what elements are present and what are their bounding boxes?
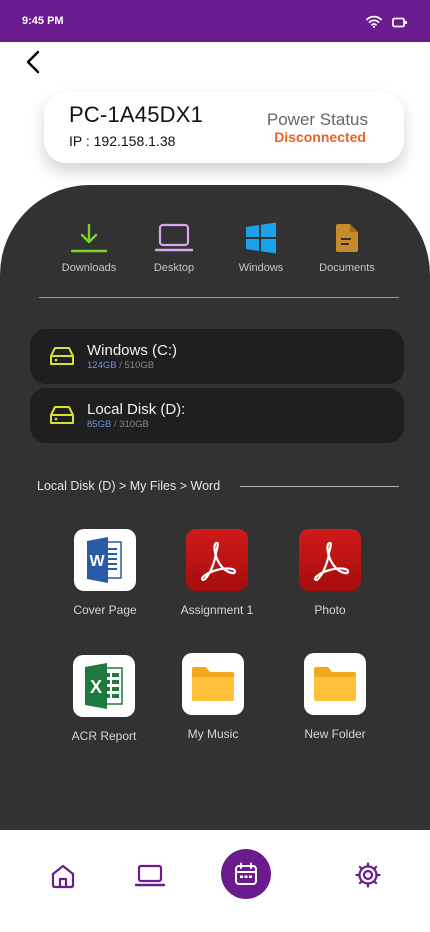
quick-access-desktop[interactable]: Desktop — [134, 222, 214, 274]
file-acr-report[interactable]: X ACR Report — [49, 655, 159, 743]
svg-text:W: W — [89, 553, 105, 570]
file-new-folder[interactable]: New Folder — [280, 653, 390, 741]
drive-total: / 510GB — [116, 360, 155, 371]
document-icon — [336, 224, 358, 252]
drive-name: Windows (C:) — [87, 342, 178, 359]
drive-name: Local Disk (D): — [87, 401, 186, 418]
svg-text:X: X — [90, 677, 102, 697]
laptop-icon — [155, 223, 193, 252]
power-status-value: Disconnected — [274, 129, 366, 145]
laptop-icon — [134, 864, 166, 887]
status-icons — [366, 13, 408, 32]
hard-drive-icon — [50, 345, 74, 371]
quick-access-downloads[interactable]: Downloads — [49, 222, 129, 274]
nav-home-button[interactable] — [50, 863, 76, 893]
file-label: New Folder — [304, 727, 366, 741]
file-label: Assignment 1 — [180, 603, 254, 617]
breadcrumb-divider — [240, 486, 399, 487]
drive-used: 124GB — [87, 360, 117, 371]
breadcrumb[interactable]: Local Disk (D) > My Files > Word — [37, 479, 220, 493]
file-label: ACR Report — [71, 729, 137, 743]
drive-size: 85GB / 310GB — [87, 419, 149, 430]
drive-size: 124GB / 510GB — [87, 360, 154, 371]
quick-access-documents[interactable]: Documents — [307, 222, 387, 274]
pc-info-card: PC-1A45DX1 IP : 192.158.1.38 Power Statu… — [44, 92, 404, 163]
quick-access-windows[interactable]: Windows — [221, 222, 301, 274]
status-time: 9:45 PM — [22, 15, 64, 27]
battery-icon — [392, 13, 408, 32]
calendar-icon — [235, 862, 257, 885]
pc-ip: IP : 192.158.1.38 — [69, 133, 176, 149]
pc-name: PC-1A45DX1 — [69, 102, 204, 127]
back-button[interactable] — [20, 48, 48, 76]
file-cover-page[interactable]: W Cover Page — [50, 529, 160, 617]
pdf-icon — [299, 529, 361, 591]
file-assignment-1[interactable]: Assignment 1 — [162, 529, 272, 617]
drive-local-disk-d[interactable]: Local Disk (D): 85GB / 310GB — [30, 388, 404, 443]
quick-access-label: Downloads — [61, 262, 117, 274]
nav-devices-button[interactable] — [134, 863, 166, 893]
chevron-left-icon — [26, 50, 40, 74]
quick-access-label: Windows — [238, 262, 284, 274]
quick-access-label: Desktop — [153, 262, 195, 274]
power-status-label: Power Status — [266, 110, 368, 129]
drive-total: / 310GB — [111, 419, 149, 430]
nav-settings-button[interactable] — [354, 861, 382, 893]
pdf-icon — [186, 529, 248, 591]
wifi-icon — [366, 13, 382, 32]
word-icon: W — [74, 529, 136, 591]
nav-calendar-button[interactable] — [221, 849, 271, 899]
divider — [39, 297, 399, 298]
download-icon — [71, 223, 107, 253]
folder-icon — [304, 653, 366, 715]
file-label: Cover Page — [73, 603, 137, 617]
file-my-music[interactable]: My Music — [158, 653, 268, 741]
file-label: My Music — [187, 727, 239, 741]
file-photo[interactable]: Photo — [275, 529, 385, 617]
home-icon — [51, 864, 75, 889]
drive-used: 85GB — [87, 419, 112, 430]
status-bar: 9:45 PM — [0, 0, 430, 42]
drive-windows-c[interactable]: Windows (C:) 124GB / 510GB — [30, 329, 404, 384]
quick-access-label: Documents — [319, 262, 375, 274]
hard-drive-icon — [50, 404, 74, 430]
excel-icon: X — [73, 655, 135, 717]
file-label: Photo — [314, 603, 346, 617]
windows-icon — [246, 222, 276, 254]
bottom-nav — [0, 830, 430, 932]
folder-icon — [182, 653, 244, 715]
settings-icon — [355, 862, 381, 888]
